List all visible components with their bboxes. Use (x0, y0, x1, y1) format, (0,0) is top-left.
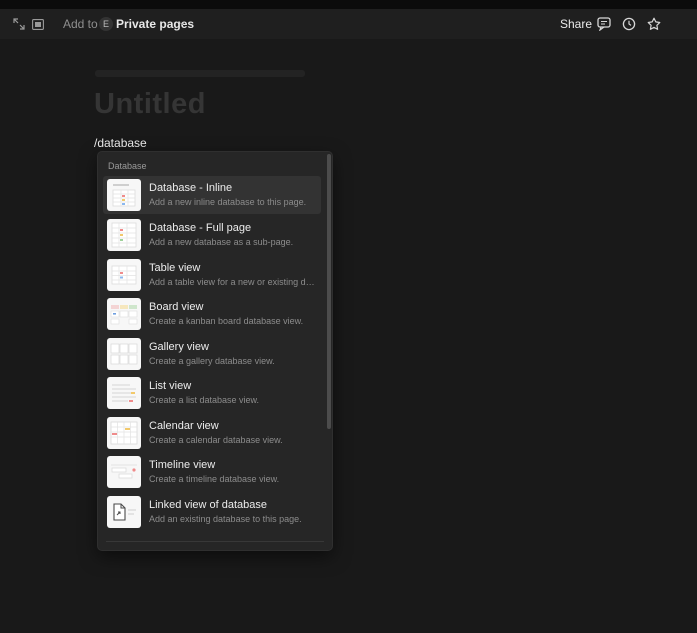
list-view-thumb (107, 377, 141, 409)
menu-item-description: Add a new inline database to this page. (149, 197, 307, 207)
menu-item-calendar-view[interactable]: Calendar view Create a calendar database… (103, 414, 321, 452)
share-button[interactable]: Share (560, 17, 592, 31)
page-title[interactable]: Untitled (94, 88, 206, 121)
linked-database-thumb (107, 496, 141, 528)
menu-item-title: Table view (149, 262, 201, 274)
menu-item-gallery-view[interactable]: Gallery view Create a gallery database v… (103, 335, 321, 373)
menu-item-description: Create a timeline database view. (149, 474, 280, 484)
gallery-view-thumb (107, 338, 141, 370)
expand-icon[interactable] (11, 16, 27, 32)
menu-item-timeline-view[interactable]: Timeline view Create a timeline database… (103, 453, 321, 491)
add-to-label: Add to (63, 17, 98, 31)
menu-item-description: Create a list database view. (149, 395, 260, 405)
menu-scrollbar-thumb[interactable] (327, 154, 331, 429)
menu-item-list-view[interactable]: List view Create a list database view. (103, 374, 321, 412)
menu-item-description: Add a new database as a sub-page. (149, 237, 294, 247)
workspace-badge[interactable]: E (99, 17, 113, 31)
fullpage-database-thumb (107, 219, 141, 251)
window-top-strip (0, 0, 697, 9)
inline-database-thumb (107, 179, 141, 211)
menu-item-description: Add an existing database to this page. (149, 514, 302, 524)
table-view-thumb (107, 259, 141, 291)
timeline-view-thumb (107, 456, 141, 488)
menu-item-title: Database - Inline (149, 182, 233, 194)
menu-item-board-view[interactable]: Board view Create a kanban board databas… (103, 295, 321, 333)
chevron-down-icon[interactable]: ⌄ (178, 17, 186, 28)
star-icon[interactable] (646, 16, 662, 32)
menu-item-title: Gallery view (149, 341, 209, 353)
menu-section-label: Database (108, 161, 147, 171)
clock-icon[interactable] (621, 16, 637, 32)
menu-item-title: List view (149, 380, 192, 392)
menu-item-description: Create a gallery database view. (149, 356, 275, 366)
sidebar-peek-icon[interactable] (30, 16, 46, 32)
menu-item-title: Linked view of database (149, 499, 268, 511)
menu-item-linked-view-of-database[interactable]: Linked view of database Add an existing … (103, 493, 321, 531)
menu-item-database-full-page[interactable]: Database - Full page Add a new database … (103, 216, 321, 254)
topbar: Add to E Private pages ⌄ Share (0, 9, 697, 39)
menu-item-description: Add a table view for a new or existing d… (149, 277, 319, 287)
menu-item-title: Calendar view (149, 420, 219, 432)
menu-item-description: Create a calendar database view. (149, 435, 283, 445)
menu-item-table-view[interactable]: Table view Add a table view for a new or… (103, 256, 321, 294)
menu-item-title: Board view (149, 301, 204, 313)
menu-item-title: Database - Full page (149, 222, 252, 234)
calendar-view-thumb (107, 417, 141, 449)
slash-command-text[interactable]: /database (94, 136, 147, 150)
board-view-thumb (107, 298, 141, 330)
menu-item-title: Timeline view (149, 459, 216, 471)
menu-item-description: Create a kanban board database view. (149, 316, 304, 326)
menu-scrollbar[interactable] (326, 152, 332, 550)
comment-icon[interactable] (596, 16, 612, 32)
menu-divider (106, 541, 324, 542)
menu-item-database-inline[interactable]: Database - Inline Add a new inline datab… (103, 176, 321, 214)
page-icon-cover-hint (95, 70, 305, 77)
slash-command-menu: Database Database - Inline Add a new inl… (98, 152, 332, 550)
